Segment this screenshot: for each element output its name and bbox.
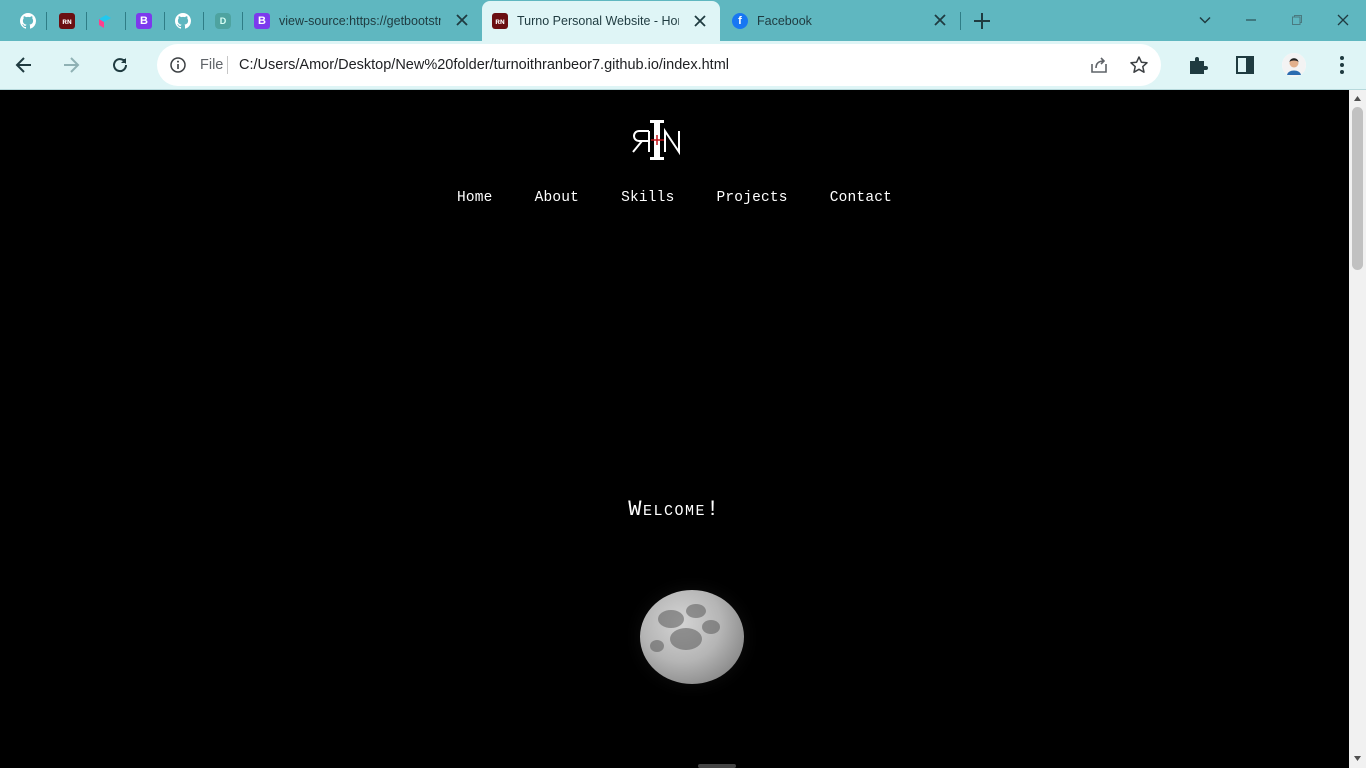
tab-separator [960, 12, 961, 30]
moon-mare [686, 604, 706, 618]
side-panel-button[interactable] [1233, 53, 1257, 77]
extensions-button[interactable] [1186, 53, 1210, 77]
main-nav: Home About Skills Projects Contact [0, 190, 1349, 206]
page-viewport: Home About Skills Projects Contact Welco… [0, 90, 1349, 768]
back-button[interactable] [11, 52, 37, 78]
tab-separator [242, 12, 243, 30]
tab-title: Turno Personal Website - Hom [517, 14, 679, 28]
plus-icon [974, 13, 990, 29]
scroll-down-arrow-icon[interactable] [1353, 754, 1362, 763]
figma-like-favicon-icon [97, 13, 113, 29]
facebook-icon: f [732, 12, 748, 29]
menu-button[interactable] [1330, 53, 1354, 77]
pinned-tab-github-2[interactable] [164, 8, 202, 34]
close-window-button[interactable] [1329, 6, 1357, 34]
tab-title: Facebook [757, 13, 812, 28]
restore-icon [1292, 15, 1302, 25]
browser-toolbar: File C:/Users/Amor/Desktop/New%20folder/… [0, 41, 1366, 90]
profile-avatar[interactable] [1282, 53, 1306, 77]
kebab-menu-icon [1340, 56, 1344, 74]
close-icon[interactable] [692, 13, 708, 29]
pinned-tab-bootstrap[interactable]: B [125, 8, 163, 34]
reload-button[interactable] [107, 52, 133, 78]
vertical-scrollbar[interactable] [1349, 90, 1366, 768]
minimize-button[interactable] [1237, 6, 1265, 34]
bootstrap-icon: B [136, 13, 152, 29]
d-favicon-icon: D [215, 13, 231, 29]
moon-image [640, 590, 744, 684]
omnibox-divider [227, 56, 228, 74]
side-panel-icon [1236, 56, 1254, 74]
close-icon[interactable] [454, 12, 470, 28]
nav-skills-link[interactable]: Skills [600, 190, 695, 206]
pinned-tab-design[interactable] [86, 8, 124, 34]
arrow-right-icon [64, 57, 80, 73]
nav-home-link[interactable]: Home [436, 190, 514, 206]
tab-turno-personal-website[interactable]: ʀɴ Turno Personal Website - Hom [482, 1, 720, 41]
moon-mare [658, 610, 684, 628]
tab-view-source[interactable]: B view-source:https://getbootstr [244, 0, 482, 41]
forward-button[interactable] [58, 52, 84, 78]
close-icon [1337, 14, 1349, 26]
moon-mare [670, 628, 702, 650]
pinned-tab-rn[interactable]: ʀɴ [48, 8, 86, 34]
share-icon[interactable] [1089, 55, 1109, 75]
scroll-up-arrow-icon[interactable] [1353, 94, 1362, 103]
bootstrap-icon: B [254, 12, 270, 29]
nav-contact-link[interactable]: Contact [809, 190, 913, 206]
nav-about-link[interactable]: About [514, 190, 601, 206]
rn-monogram-logo [632, 120, 680, 160]
welcome-heading: Welcome! [628, 497, 721, 522]
close-icon[interactable] [932, 12, 948, 28]
restore-button[interactable] [1283, 6, 1311, 34]
star-icon[interactable] [1129, 55, 1149, 75]
tab-strip: ʀɴ B D B view-source:https://getbootstr … [0, 0, 1366, 41]
rn-logo-favicon-icon: ʀɴ [492, 13, 508, 29]
new-tab-button[interactable] [970, 9, 994, 33]
reload-icon [113, 58, 128, 73]
arrow-left-icon [15, 57, 31, 73]
puzzle-icon [1190, 57, 1208, 74]
pinned-tab-d[interactable]: D [204, 8, 242, 34]
github-icon [20, 13, 36, 29]
moon-mare [650, 640, 664, 652]
rn-logo-favicon-icon: ʀɴ [59, 13, 75, 29]
tab-title: view-source:https://getbootstr [279, 13, 441, 28]
tab-facebook[interactable]: f Facebook [722, 0, 960, 41]
tab-separator [46, 12, 47, 30]
moon-mare [702, 620, 720, 634]
avatar-icon [1282, 53, 1306, 77]
address-bar[interactable]: File C:/Users/Amor/Desktop/New%20folder/… [157, 44, 1161, 86]
scroll-indicator [698, 764, 736, 768]
chevron-down-icon [1199, 16, 1211, 24]
nav-projects-link[interactable]: Projects [696, 190, 809, 206]
site-logo[interactable] [631, 118, 683, 162]
tab-search-button[interactable] [1191, 6, 1219, 34]
github-icon [175, 13, 191, 29]
scrollbar-thumb[interactable] [1352, 107, 1363, 270]
pinned-tab-github[interactable] [9, 8, 47, 34]
url-text[interactable]: C:/Users/Amor/Desktop/New%20folder/turno… [239, 57, 729, 73]
minimize-icon [1246, 19, 1256, 21]
scheme-label: File [200, 57, 224, 73]
info-icon[interactable] [170, 57, 186, 73]
